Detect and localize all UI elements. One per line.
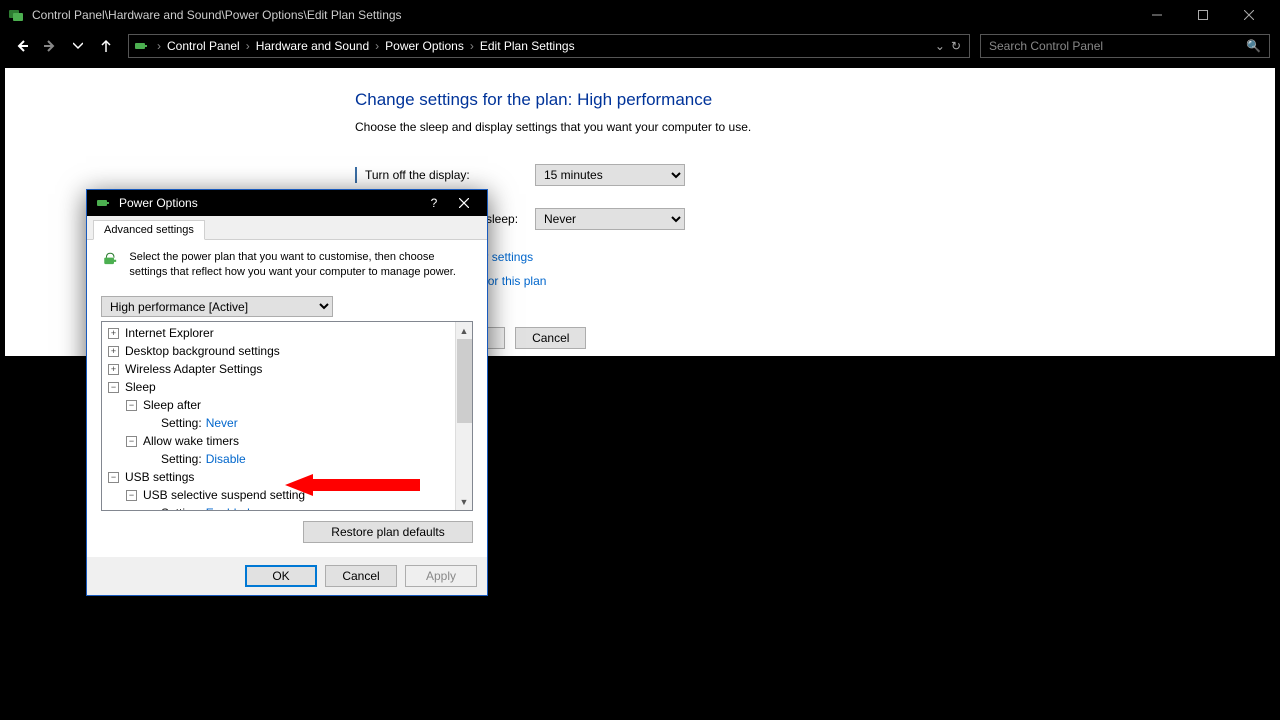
close-button[interactable] — [1226, 0, 1272, 30]
settings-tree[interactable]: + Internet Explorer + Desktop background s… — [101, 321, 473, 511]
search-icon: 🔍 — [1246, 39, 1261, 53]
restore-plan-defaults-button[interactable]: Restore plan defaults — [303, 521, 473, 543]
dialog-title: Power Options — [119, 196, 198, 210]
battery-icon — [95, 195, 111, 211]
forward-button[interactable] — [38, 34, 62, 58]
page-subtitle: Choose the sleep and display settings th… — [355, 120, 1275, 134]
setting-label: Setting: — [161, 452, 202, 466]
maximize-button[interactable] — [1180, 0, 1226, 30]
setting-value-disable[interactable]: Disable — [206, 452, 246, 466]
recent-locations-button[interactable] — [66, 34, 90, 58]
tab-advanced-settings[interactable]: Advanced settings — [93, 220, 205, 240]
turn-off-display-select[interactable]: 15 minutes — [535, 164, 685, 186]
minimize-button[interactable] — [1134, 0, 1180, 30]
turn-off-display-label: Turn off the display: — [365, 168, 470, 182]
advanced-settings-link[interactable]: Change advanced power settings — [355, 250, 1275, 264]
expand-icon[interactable]: + — [108, 328, 119, 339]
collapse-icon[interactable]: − — [126, 400, 137, 411]
collapse-icon[interactable]: − — [126, 436, 137, 447]
collapse-icon[interactable]: − — [108, 382, 119, 393]
display-icon — [355, 168, 357, 182]
expand-icon[interactable]: + — [108, 346, 119, 357]
scroll-up-icon[interactable]: ▲ — [456, 322, 472, 339]
power-plan-large-icon — [101, 250, 119, 284]
address-bar[interactable]: › Control Panel › Hardware and Sound › P… — [128, 34, 970, 58]
setting-label: Setting: — [161, 506, 202, 511]
breadcrumb-item[interactable]: Edit Plan Settings — [474, 39, 581, 53]
search-placeholder: Search Control Panel — [989, 39, 1246, 53]
setting-value-never[interactable]: Never — [206, 416, 238, 430]
dialog-cancel-button[interactable]: Cancel — [325, 565, 397, 587]
tree-item-sleep[interactable]: Sleep — [125, 380, 156, 394]
ok-button[interactable]: OK — [245, 565, 317, 587]
breadcrumb-item[interactable]: Hardware and Sound — [250, 39, 375, 53]
apply-button[interactable]: Apply — [405, 565, 477, 587]
control-panel-icon — [8, 7, 24, 23]
tree-item-desktop-bg[interactable]: Desktop background settings — [125, 344, 280, 358]
setting-value-enabled[interactable]: Enabled — [206, 506, 250, 511]
collapse-icon[interactable]: − — [126, 490, 137, 501]
up-button[interactable] — [94, 34, 118, 58]
chevron-down-icon[interactable]: ⌄ — [935, 39, 945, 53]
search-input[interactable]: Search Control Panel 🔍 — [980, 34, 1270, 58]
dialog-close-button[interactable] — [449, 190, 479, 216]
setting-label: Setting: — [161, 416, 202, 430]
power-plan-select[interactable]: High performance [Active] — [101, 296, 333, 317]
scroll-thumb[interactable] — [457, 339, 472, 423]
explorer-toolbar: › Control Panel › Hardware and Sound › P… — [0, 30, 1280, 62]
dialog-description: Select the power plan that you want to c… — [129, 250, 473, 284]
dialog-titlebar[interactable]: Power Options ? — [87, 190, 487, 216]
back-button[interactable] — [10, 34, 34, 58]
expand-icon[interactable]: + — [108, 364, 119, 375]
tree-scrollbar[interactable]: ▲ ▼ — [455, 322, 472, 510]
page-title: Change settings for the plan: High perfo… — [355, 90, 1275, 110]
scroll-down-icon[interactable]: ▼ — [456, 493, 472, 510]
restore-defaults-link[interactable]: Restore default settings for this plan — [355, 274, 1275, 288]
power-plan-icon — [133, 38, 149, 54]
refresh-icon[interactable]: ↻ — [951, 39, 961, 53]
collapse-icon[interactable]: − — [108, 472, 119, 483]
dialog-help-button[interactable]: ? — [419, 190, 449, 216]
dialog-tabs: Advanced settings — [87, 216, 487, 240]
cancel-button[interactable]: Cancel — [515, 327, 586, 349]
power-options-dialog: Power Options ? Advanced settings Select… — [86, 189, 488, 596]
tree-item-wake-timers[interactable]: Allow wake timers — [143, 434, 239, 448]
tree-item-wireless[interactable]: Wireless Adapter Settings — [125, 362, 262, 376]
breadcrumb-item[interactable]: Control Panel — [161, 39, 246, 53]
tree-item-usb-suspend[interactable]: USB selective suspend setting — [143, 488, 305, 502]
tree-item-usb[interactable]: USB settings — [125, 470, 194, 484]
sleep-select[interactable]: Never — [535, 208, 685, 230]
window-titlebar: Control Panel\Hardware and Sound\Power O… — [0, 0, 1280, 30]
breadcrumb-item[interactable]: Power Options — [379, 39, 470, 53]
window-title: Control Panel\Hardware and Sound\Power O… — [32, 8, 402, 22]
tree-item-sleep-after[interactable]: Sleep after — [143, 398, 201, 412]
tree-item-ie[interactable]: Internet Explorer — [125, 326, 214, 340]
